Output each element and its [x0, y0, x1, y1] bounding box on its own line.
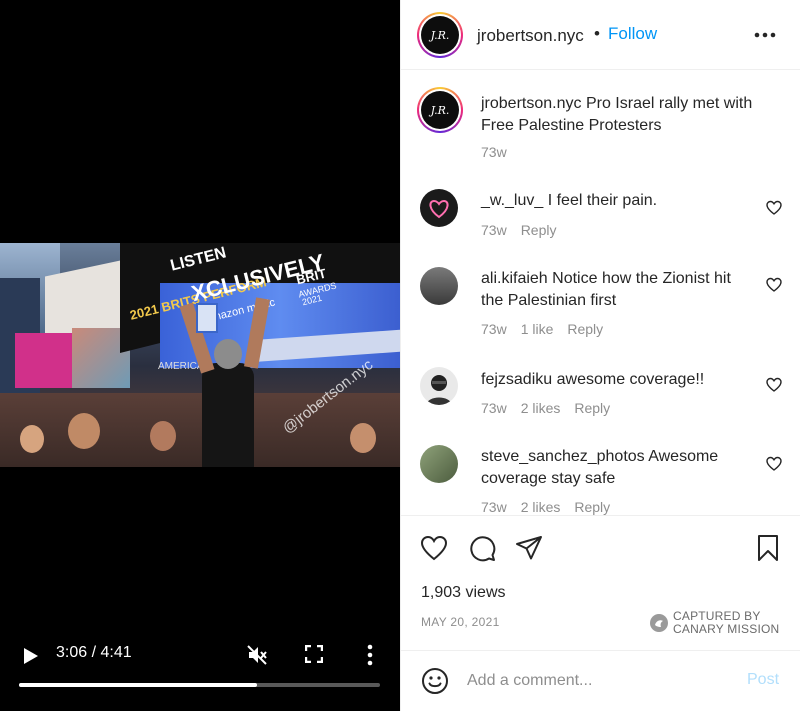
video-progress-bar[interactable]	[19, 683, 380, 687]
crowd-face-2	[150, 421, 176, 451]
heart-icon[interactable]	[420, 534, 448, 562]
emoji-icon[interactable]	[421, 667, 449, 695]
follow-button[interactable]: Follow	[608, 24, 657, 44]
like-comment-heart-icon[interactable]	[766, 200, 782, 216]
reply-button[interactable]: Reply	[521, 222, 557, 238]
comment-time[interactable]: 73w	[481, 400, 507, 416]
comment-icon[interactable]	[468, 534, 496, 562]
bookmark-icon[interactable]	[754, 534, 782, 562]
comment-likes[interactable]: 2 likes	[521, 400, 561, 416]
play-icon[interactable]	[22, 646, 40, 666]
crowd-face-3	[20, 425, 44, 453]
caption-avatar[interactable]: J.R.	[417, 87, 463, 133]
commenter-avatar[interactable]	[420, 367, 458, 405]
avatar[interactable]: J.R.	[417, 12, 463, 58]
commenter-avatar[interactable]	[420, 445, 458, 483]
more-options-icon[interactable]	[754, 32, 776, 38]
share-icon[interactable]	[515, 534, 543, 562]
muted-speaker-icon[interactable]	[246, 644, 268, 666]
caption-text: jrobertson.nyc Pro Israel rally met with…	[481, 93, 771, 137]
reply-button[interactable]: Reply	[567, 321, 603, 337]
comment-text: _w._luv_ I feel their pain.	[481, 190, 751, 212]
post-header: J.R. jrobertson.nyc • Follow	[401, 0, 800, 70]
add-comment-bar: Post	[401, 650, 800, 711]
video-player[interactable]: LISTEN 2021 BRITS PERFORM XCLUSIVELY BRI…	[0, 0, 400, 711]
comment-likes[interactable]: 1 like	[521, 321, 554, 337]
canary-mission-logo-icon	[650, 614, 668, 632]
comment-text: ali.kifaieh Notice how the Zionist hit t…	[481, 268, 756, 312]
comment-meta: 73w 1 like Reply	[481, 321, 617, 337]
like-comment-heart-icon[interactable]	[766, 377, 782, 393]
post-actions: 1,903 views MAY 20, 2021 CAPTURED BY CAN…	[401, 515, 800, 650]
comments-list[interactable]: J.R. jrobertson.nyc Pro Israel rally met…	[401, 71, 800, 515]
comment-likes[interactable]: 2 likes	[521, 499, 561, 515]
flag	[196, 303, 218, 333]
capture-watermark: CAPTURED BY CANARY MISSION	[649, 609, 799, 639]
post-date: MAY 20, 2021	[421, 615, 500, 629]
canary-mission-label: CANARY MISSION	[673, 622, 780, 636]
comment-time[interactable]: 73w	[481, 222, 507, 238]
heart-avatar-icon	[429, 199, 449, 219]
commenter-avatar[interactable]	[420, 189, 458, 227]
video-controls: 3:06 / 4:41	[0, 640, 400, 700]
commenter-avatar[interactable]	[420, 267, 458, 305]
post-panel: J.R. jrobertson.nyc • Follow J.R. jrober…	[400, 0, 800, 711]
avatar-logo: J.R.	[421, 16, 459, 54]
caption-time[interactable]: 73w	[481, 144, 507, 160]
caption-username[interactable]: jrobertson.nyc	[481, 95, 582, 112]
person-avatar-icon	[426, 375, 452, 405]
post-button[interactable]: Post	[747, 671, 779, 689]
comment-username[interactable]: ali.kifaieh	[481, 270, 548, 287]
video-progress-fill	[19, 683, 258, 687]
video-time: 3:06 / 4:41	[56, 644, 132, 661]
protester-head	[214, 339, 242, 369]
comment-username[interactable]: _w._luv_	[481, 192, 543, 209]
comment-text: fejzsadiku awesome coverage!!	[481, 369, 756, 391]
comment-body: awesome coverage!!	[556, 371, 705, 388]
captured-by-label: CAPTURED BY	[673, 609, 761, 623]
fullscreen-icon[interactable]	[305, 645, 323, 663]
like-comment-heart-icon[interactable]	[766, 456, 782, 472]
crowd	[0, 393, 400, 467]
header-username[interactable]: jrobertson.nyc	[477, 26, 584, 46]
separator-dot: •	[594, 24, 600, 43]
comment-input[interactable]	[467, 667, 727, 695]
comment-username[interactable]: fejzsadiku	[481, 371, 552, 388]
comment-username[interactable]: steve_sanchez_photos	[481, 448, 645, 465]
video-frame[interactable]: LISTEN 2021 BRITS PERFORM XCLUSIVELY BRI…	[0, 243, 400, 467]
caption-meta: 73w	[481, 144, 521, 160]
reply-button[interactable]: Reply	[574, 499, 610, 515]
comment-meta: 73w 2 likes Reply	[481, 400, 624, 416]
billboard-pink	[15, 333, 75, 388]
comment-meta: 73w Reply	[481, 222, 570, 238]
comment-meta: 73w 2 likes Reply	[481, 499, 624, 515]
crowd-face-1	[68, 413, 100, 449]
comment-body: I feel their pain.	[547, 192, 658, 209]
protester-body	[202, 363, 254, 467]
caption-avatar-logo: J.R.	[421, 91, 459, 129]
like-comment-heart-icon[interactable]	[766, 277, 782, 293]
views-count[interactable]: 1,903 views	[421, 584, 506, 602]
comment-text: steve_sanchez_photos Awesome coverage st…	[481, 446, 756, 490]
reply-button[interactable]: Reply	[574, 400, 610, 416]
more-options-vertical-icon[interactable]	[365, 644, 375, 666]
comment-time[interactable]: 73w	[481, 321, 507, 337]
crowd-face-4	[350, 423, 376, 453]
comment-time[interactable]: 73w	[481, 499, 507, 515]
